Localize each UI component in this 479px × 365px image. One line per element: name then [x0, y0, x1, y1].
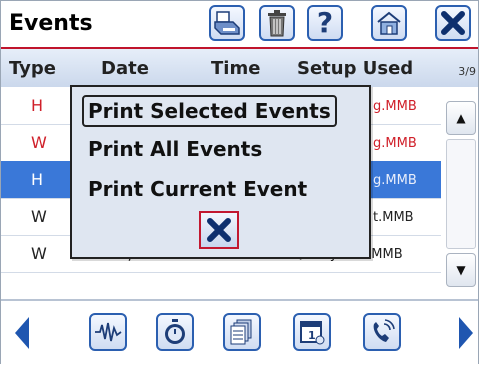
calendar-button[interactable]: 1 — [293, 313, 331, 351]
row-type: W — [31, 244, 47, 263]
printer-icon — [214, 11, 240, 35]
phone-button[interactable] — [363, 313, 401, 351]
scroll-down-button[interactable]: ▼ — [446, 253, 476, 287]
column-date[interactable]: Date — [101, 58, 149, 79]
column-time[interactable]: Time — [211, 58, 260, 79]
print-current-event-option[interactable]: Print Current Event — [84, 175, 311, 203]
arrow-down-icon: ▼ — [456, 263, 466, 277]
close-icon — [207, 218, 231, 242]
help-button[interactable]: ? — [307, 5, 343, 41]
scrollbar[interactable]: ▲ ▼ — [443, 97, 477, 287]
waveform-icon — [95, 322, 122, 342]
print-selected-events-option[interactable]: Print Selected Events — [82, 95, 337, 127]
trash-icon — [268, 10, 286, 37]
row-type: W — [31, 207, 47, 226]
column-setup-used[interactable]: Setup Used — [297, 58, 413, 79]
close-button[interactable] — [435, 5, 471, 41]
page-title: Events — [9, 11, 93, 36]
previous-arrow-icon[interactable] — [15, 317, 29, 349]
documents-button[interactable] — [223, 313, 261, 351]
column-header: Type Date Time Setup Used 3/9 — [1, 49, 478, 87]
arrow-up-icon: ▲ — [456, 111, 466, 125]
row-setup: g.MMB — [373, 136, 417, 151]
row-setup: g.MMB — [373, 173, 417, 188]
print-all-events-option[interactable]: Print All Events — [84, 135, 266, 163]
close-icon — [441, 11, 465, 35]
home-button[interactable] — [371, 5, 407, 41]
events-window: Events ? Type Date Time Setup Used 3/9 H… — [0, 0, 479, 365]
footer-bar: 1 — [1, 299, 478, 365]
timer-button[interactable] — [156, 313, 194, 351]
row-setup: t.MMB — [373, 210, 414, 225]
delete-button[interactable] — [259, 5, 295, 41]
popup-close-button[interactable] — [199, 211, 239, 249]
waveform-button[interactable] — [89, 313, 127, 351]
header-bar: Events ? — [1, 1, 478, 47]
scroll-up-button[interactable]: ▲ — [446, 101, 476, 135]
page-indicator: 3/9 — [458, 65, 476, 78]
calendar-icon: 1 — [300, 321, 325, 345]
row-setup: g.MMB — [373, 99, 417, 114]
svg-text:1: 1 — [308, 329, 316, 342]
next-arrow-icon[interactable] — [459, 317, 473, 349]
print-menu-popup: Print Selected Events Print All Events P… — [70, 85, 371, 259]
row-type: W — [31, 133, 47, 152]
documents-icon — [230, 319, 252, 345]
column-type[interactable]: Type — [9, 58, 56, 79]
phone-icon — [373, 319, 395, 342]
row-type: H — [31, 170, 44, 189]
print-button[interactable] — [209, 5, 245, 41]
scroll-track[interactable] — [446, 139, 476, 249]
timer-icon — [165, 319, 185, 344]
help-icon: ? — [316, 6, 334, 39]
home-icon — [377, 11, 401, 35]
row-type: H — [31, 96, 44, 115]
